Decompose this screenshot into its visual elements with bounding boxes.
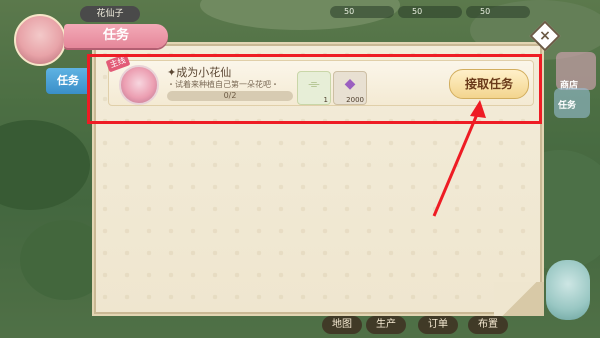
pointer-arrow [432,100,486,217]
helper-avatar[interactable] [546,260,590,320]
menu-orders[interactable]: 订单 [418,316,458,334]
game-screen: 花仙子 50 50 50 商店 任务 任务 任务 × 主线 ✦成为小花仙 ・试着… [0,0,600,338]
arrow-line [432,111,480,217]
arrow-head [470,100,486,118]
menu-decorate[interactable]: 布置 [468,316,508,334]
menu-produce[interactable]: 生产 [366,316,406,334]
menu-map[interactable]: 地图 [322,316,362,334]
